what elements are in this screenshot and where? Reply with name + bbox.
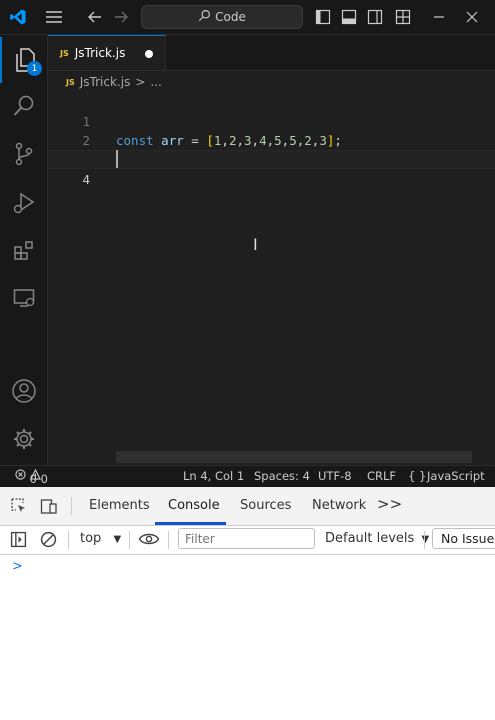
divider [68, 531, 69, 549]
manage-gear-icon[interactable] [0, 416, 47, 462]
log-levels-dropdown[interactable]: Default levels ▼ [325, 531, 429, 546]
encoding[interactable]: UTF-8 [318, 469, 352, 483]
dropdown-arrow-icon: ▼ [421, 534, 430, 545]
line-number: 4 [82, 172, 90, 187]
breadcrumb-more[interactable]: ... [150, 75, 161, 89]
tab-elements[interactable]: Elements [89, 498, 150, 513]
console-toolbar: top ▼ Default levels ▼ No Issues [0, 526, 495, 555]
error-icon [15, 469, 26, 480]
search-label: Code [215, 10, 246, 24]
activity-bar: 1 [0, 35, 48, 465]
back-arrow-icon[interactable] [85, 7, 105, 27]
extensions-icon[interactable] [0, 228, 47, 274]
javascript-file-icon: JS [66, 77, 75, 87]
tab-sources[interactable]: Sources [240, 498, 291, 513]
context-selector[interactable]: top ▼ [80, 531, 121, 546]
live-expression-eye-icon[interactable] [138, 531, 160, 551]
issues-button[interactable]: No Issues [432, 528, 495, 549]
code-line: 1 const arr = [1,2,3,4,5,5,2,3]; [48, 93, 495, 148]
tab-console[interactable]: Console [168, 498, 220, 513]
title-bar: Code [0, 0, 495, 35]
menu-icon[interactable] [44, 7, 64, 27]
divider [71, 497, 72, 515]
forward-arrow-icon[interactable] [111, 7, 131, 27]
inspect-element-icon[interactable] [10, 497, 28, 519]
status-bar: 0 0 Ln 4, Col 1 Spaces: 4 UTF-8 CRLF { }… [0, 465, 495, 487]
source-control-icon[interactable] [0, 131, 47, 177]
command-center-search[interactable]: Code [141, 5, 303, 29]
customize-layout-icon[interactable] [393, 7, 413, 27]
unsaved-dot-icon[interactable] [145, 50, 153, 58]
search-icon [198, 9, 211, 25]
toggle-panel-icon[interactable] [339, 7, 359, 27]
divider [129, 531, 130, 549]
clear-console-icon[interactable] [40, 531, 57, 552]
devtools-panel: Elements Console Sources Network >> top … [0, 487, 495, 720]
minimize-icon[interactable] [429, 7, 449, 27]
remote-explorer-icon[interactable] [0, 275, 47, 321]
language-mode[interactable]: JavaScript [427, 469, 485, 483]
line-ending[interactable]: CRLF [367, 469, 396, 483]
dropdown-arrow-icon: ▼ [113, 534, 122, 545]
breadcrumb-file[interactable]: JsTrick.js [80, 75, 131, 89]
divider [168, 531, 169, 549]
code-line: 3 [48, 131, 495, 167]
more-tabs-icon[interactable]: >> [377, 495, 402, 513]
show-sidebar-icon[interactable] [10, 531, 27, 552]
tab-jstrick-js[interactable]: JS JsTrick.js [48, 35, 166, 70]
toggle-sidebar-icon[interactable] [313, 7, 333, 27]
run-and-debug-icon[interactable] [0, 180, 47, 226]
log-levels-value: Default levels [325, 531, 415, 546]
explorer-icon[interactable]: 1 [0, 37, 47, 83]
code-editor[interactable]: 1 const arr = [1,2,3,4,5,5,2,3]; 2 const… [48, 93, 495, 465]
breadcrumb-separator: > [135, 75, 146, 89]
cursor-position[interactable]: Ln 4, Col 1 [183, 469, 244, 483]
mouse-ibeam-icon: I [253, 235, 258, 254]
devtools-tab-bar: Elements Console Sources Network >> [0, 487, 495, 526]
accounts-icon[interactable] [0, 368, 47, 414]
javascript-file-icon: JS [60, 48, 69, 58]
vscode-logo-icon [8, 7, 28, 27]
editor-tab-bar: JS JsTrick.js [48, 35, 495, 71]
tab-network[interactable]: Network [312, 498, 366, 513]
search-icon[interactable] [0, 83, 47, 129]
warning-count: 0 [40, 472, 48, 486]
horizontal-scrollbar[interactable] [116, 451, 472, 463]
indentation[interactable]: Spaces: 4 [254, 469, 310, 483]
breadcrumb: JS JsTrick.js > ... [48, 71, 495, 93]
console-prompt-icon[interactable]: > [12, 559, 23, 574]
filter-input[interactable] [178, 528, 315, 549]
errors-indicator[interactable]: 0 0 [15, 468, 48, 486]
active-tab-indicator [155, 522, 226, 525]
device-toolbar-icon[interactable] [40, 497, 58, 519]
error-count: 0 [29, 472, 37, 486]
context-value: top [80, 531, 102, 546]
explorer-badge: 1 [27, 61, 42, 76]
divider [424, 531, 425, 549]
tab-filename: JsTrick.js [74, 46, 126, 60]
close-icon[interactable] [462, 7, 482, 27]
text-cursor [116, 150, 118, 168]
language-mode-icon: { } [408, 469, 427, 483]
toggle-secondary-sidebar-icon[interactable] [365, 7, 385, 27]
code-line: 2 const uniqueArray = Array.from(new Set… [48, 112, 495, 167]
